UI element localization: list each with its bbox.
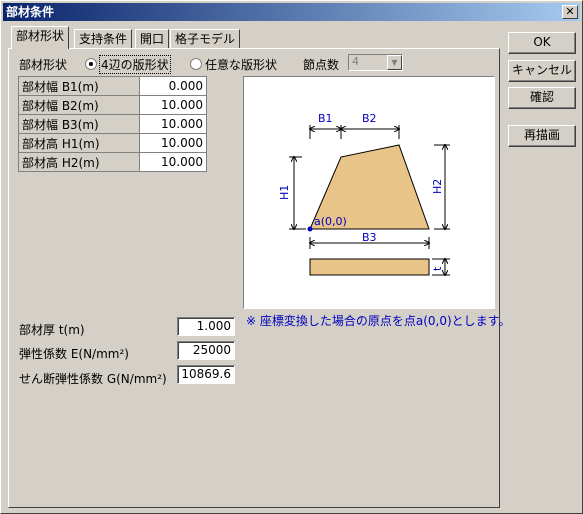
thickness-input[interactable]: 1.000 xyxy=(177,317,235,336)
window-title: 部材条件 xyxy=(6,5,55,19)
close-icon: ✕ xyxy=(565,5,575,18)
origin-note: ※ 座標変換した場合の原点を点a(0,0)とします。 xyxy=(246,314,511,328)
param-value[interactable]: 10.000 xyxy=(139,152,207,172)
table-row: 部材高 H2(m) 10.000 xyxy=(18,152,207,172)
diagram-svg: B1 B2 B3 H1 H2 t a(0,0) xyxy=(278,112,450,308)
tab-label: 格子モデル xyxy=(175,32,236,46)
param-value[interactable]: 10.000 xyxy=(139,133,207,153)
label-b2: B2 xyxy=(362,112,377,125)
param-key: 部材高 H1(m) xyxy=(18,133,140,153)
label-b3: B3 xyxy=(362,231,377,244)
shear-input[interactable]: 10869.6 xyxy=(177,365,235,384)
label-h2: H2 xyxy=(431,179,444,194)
tab-opening[interactable]: 開口 xyxy=(135,29,170,49)
radio-label-arbitrary[interactable]: 任意な版形状 xyxy=(205,56,277,73)
label-t: t xyxy=(431,266,444,271)
tab-support-conditions[interactable]: 支持条件 xyxy=(74,29,133,49)
dimension-table: 部材幅 B1(m) 0.000 部材幅 B2(m) 10.000 部材幅 B3(m)… xyxy=(18,76,207,172)
table-row: 部材幅 B3(m) 10.000 xyxy=(18,114,207,134)
label-h1: H1 xyxy=(278,185,291,200)
nodes-value: 4 xyxy=(352,55,359,68)
tab-label: 部材形状 xyxy=(16,29,65,43)
table-row: 部材高 H1(m) 10.000 xyxy=(18,133,207,153)
param-key: 部材幅 B3(m) xyxy=(18,114,140,134)
nodes-label: 節点数 xyxy=(303,58,340,72)
ok-button[interactable]: OK xyxy=(508,32,576,54)
origin-point xyxy=(307,226,313,232)
label-origin: a(0,0) xyxy=(314,215,347,228)
shape-label: 部材形状 xyxy=(19,58,68,72)
param-key: 部材幅 B1(m) xyxy=(18,76,140,96)
tab-grid-model[interactable]: 格子モデル xyxy=(170,29,241,49)
elastic-input[interactable]: 25000 xyxy=(177,341,235,360)
radio-label-four-side[interactable]: 4辺の版形状 xyxy=(99,55,171,74)
param-value[interactable]: 10.000 xyxy=(139,114,207,134)
confirm-button[interactable]: 確認 xyxy=(508,87,576,109)
tab-label: 支持条件 xyxy=(79,32,128,46)
table-row: 部材幅 B2(m) 10.000 xyxy=(18,95,207,115)
tab-member-shape[interactable]: 部材形状 xyxy=(11,26,70,49)
nodes-select[interactable]: 4 ▼ xyxy=(348,54,403,71)
shape-diagram: B1 B2 B3 H1 H2 t a(0,0) xyxy=(243,76,495,309)
chevron-down-icon[interactable]: ▼ xyxy=(387,55,402,70)
label-b1: B1 xyxy=(318,112,333,125)
param-key: 部材高 H2(m) xyxy=(18,152,140,172)
param-value[interactable]: 0.000 xyxy=(139,76,207,96)
dialog-window: 部材条件 ✕ 部材形状 支持条件 開口 格子モデル OK キャンセル 確認 再描… xyxy=(0,0,583,514)
thickness-label: 部材厚 t(m) xyxy=(19,323,85,337)
tab-label: 開口 xyxy=(140,32,165,46)
radio-four-side-shape[interactable] xyxy=(85,58,97,70)
param-value[interactable]: 10.000 xyxy=(139,95,207,115)
title-bar: 部材条件 ✕ xyxy=(3,3,580,21)
close-button[interactable]: ✕ xyxy=(562,5,578,19)
radio-arbitrary-shape[interactable] xyxy=(190,58,202,70)
thickness-bar xyxy=(309,258,430,276)
table-row: 部材幅 B1(m) 0.000 xyxy=(18,76,207,96)
shear-label: せん断弾性係数 G(N/mm²) xyxy=(19,372,167,386)
param-key: 部材幅 B2(m) xyxy=(18,95,140,115)
cancel-button[interactable]: キャンセル xyxy=(508,60,576,82)
redraw-button[interactable]: 再描画 xyxy=(508,125,576,147)
elastic-label: 弾性係数 E(N/mm²) xyxy=(19,347,129,361)
